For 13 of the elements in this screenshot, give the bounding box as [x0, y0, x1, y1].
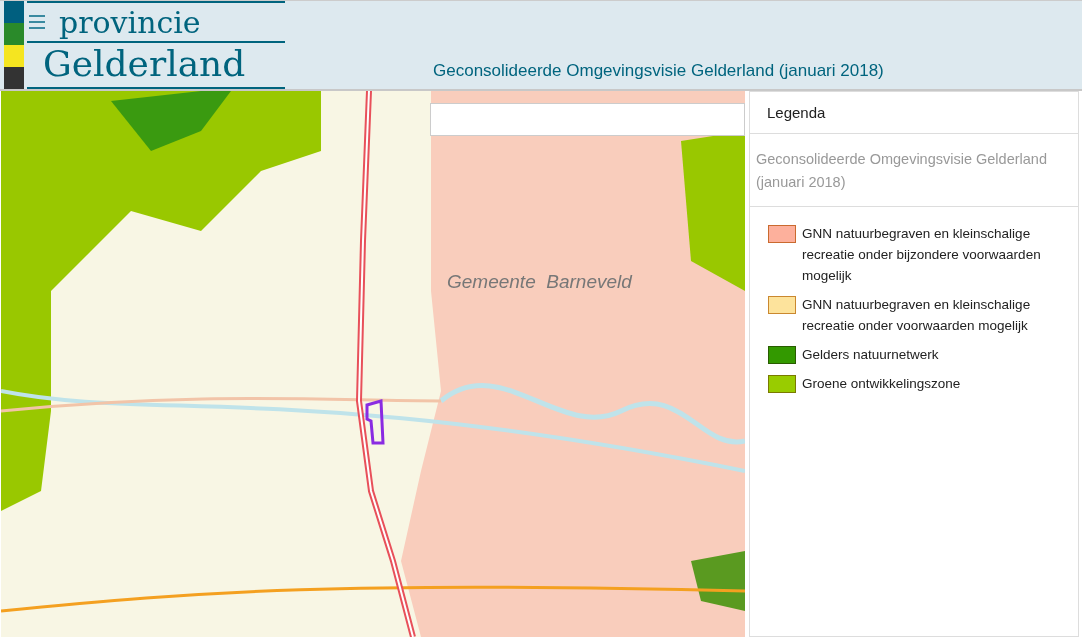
legend-title: Legenda [750, 92, 1078, 134]
layer-title: Geconsolideerde Omgevingsvisie Gelderland (januari 2018) [750, 134, 1078, 207]
logo-text: Gelderland [43, 43, 247, 85]
legend-label: GNN natuurbegraven en kleinschalige recreatie onder voorwaarden mogelijk [802, 296, 1032, 335]
legend-label: Gelders natuurnetwerk [802, 346, 939, 364]
legend-label: GNN natuurbegraven en kleinschalige recreatie onder bijzondere voorwaarden mogelijk [802, 225, 1042, 285]
map-view[interactable]: Gemeente Barneveld [1, 91, 745, 637]
parcel-outline-icon [363, 399, 387, 447]
legend-label: Groene ontwikkelingszone [802, 375, 961, 393]
page-title: Geconsolideerde Omgevingsvisie Gelderland (januari 2018) [433, 61, 884, 81]
logo-text: provincie [59, 5, 201, 41]
color-stripes-icon [4, 1, 24, 89]
map-place-label: Gemeente Barneveld [447, 271, 632, 293]
